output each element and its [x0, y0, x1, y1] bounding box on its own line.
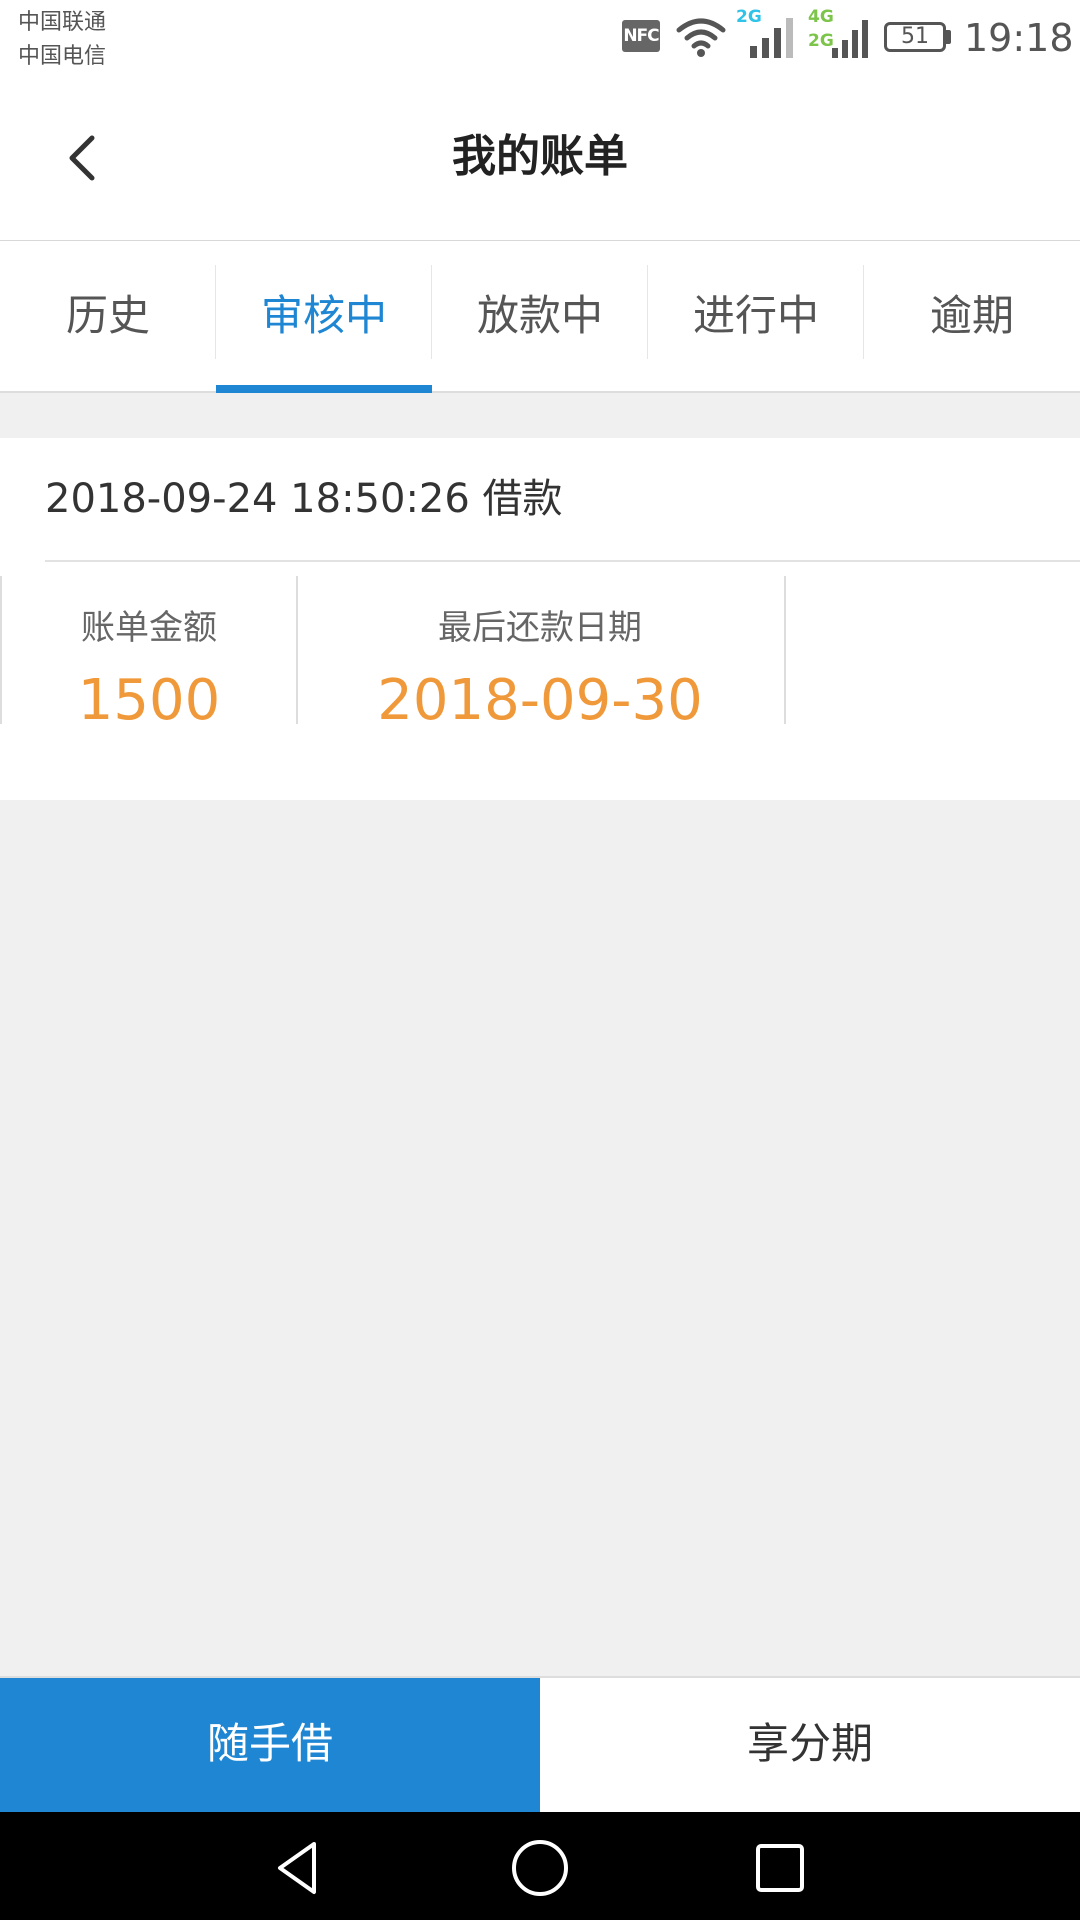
back-button[interactable] — [50, 122, 120, 192]
signal-icon-secondary: 4G 2G — [806, 8, 872, 60]
tab-label: 进行中 — [692, 291, 819, 340]
battery-tip — [946, 30, 951, 44]
tab-bar: 历史 审核中 放款中 进行中 逾期 — [0, 241, 1080, 393]
nav-recent-button[interactable] — [748, 1836, 812, 1900]
divider — [45, 560, 1080, 562]
tab-history[interactable]: 历史 — [0, 241, 216, 391]
due-date-label: 最后还款日期 — [438, 608, 642, 648]
app-screen: 中国联通 中国电信 NFC 2G 4G 2G 51 19:18 我的账单 历史 … — [0, 0, 1080, 1920]
due-date-value: 2018-09-30 — [377, 668, 703, 733]
bill-card[interactable]: 2018-09-24 18:50:26 借款 账单金额 1500 最后还款日期 … — [0, 438, 1080, 800]
due-date-cell: 最后还款日期 2018-09-30 — [296, 576, 786, 733]
tab-label: 逾期 — [929, 291, 1014, 340]
tab-in-progress[interactable]: 进行中 — [648, 241, 864, 391]
bill-details: 账单金额 1500 最后还款日期 2018-09-30 — [0, 576, 1080, 733]
borrow-button[interactable]: 随手借 — [0, 1678, 540, 1814]
tab-under-review[interactable]: 审核中 — [216, 241, 432, 393]
navigation-bar — [0, 1812, 1080, 1920]
back-triangle-icon — [278, 1842, 316, 1894]
bill-amount-label: 账单金额 — [81, 608, 217, 648]
carrier-1-label: 中国联通 — [18, 10, 107, 35]
header-bar: 我的账单 — [0, 78, 1080, 241]
battery-icon: 51 — [884, 22, 946, 52]
network-type-label: 4G — [808, 7, 834, 27]
active-tab-indicator — [216, 385, 432, 393]
network-type-label: 2G — [808, 31, 834, 51]
bill-amount-cell: 账单金额 1500 — [0, 576, 298, 733]
status-clock: 19:18 — [964, 16, 1074, 60]
chevron-left-icon — [69, 135, 95, 181]
carrier-info: 中国联通 中国电信 — [18, 6, 106, 74]
bill-date-title: 2018-09-24 18:50:26 借款 — [45, 476, 563, 522]
signal-bars-icon — [750, 18, 793, 58]
tab-overdue[interactable]: 逾期 — [864, 241, 1080, 391]
bottom-action-bar: 随手借 享分期 — [0, 1676, 1080, 1814]
nav-home-button[interactable] — [508, 1836, 572, 1900]
nav-back-button[interactable] — [268, 1836, 332, 1900]
status-bar: 中国联通 中国电信 NFC 2G 4G 2G 51 19:18 — [0, 0, 1080, 78]
carrier-2-label: 中国电信 — [18, 44, 107, 69]
signal-icon: 2G — [734, 8, 796, 60]
signal-bars-icon — [832, 20, 868, 58]
tab-label: 历史 — [65, 291, 150, 340]
battery-level: 51 — [901, 24, 929, 49]
installment-button[interactable]: 享分期 — [540, 1678, 1080, 1814]
tab-disbursing[interactable]: 放款中 — [432, 241, 648, 391]
nfc-icon: NFC — [622, 20, 660, 52]
page-title: 我的账单 — [452, 131, 628, 182]
home-circle-icon — [512, 1840, 568, 1896]
tab-label: 审核中 — [260, 291, 387, 340]
wifi-icon — [676, 18, 726, 57]
tab-label: 放款中 — [476, 291, 603, 340]
recent-square-icon — [756, 1844, 804, 1892]
bill-amount-value: 1500 — [77, 668, 221, 733]
